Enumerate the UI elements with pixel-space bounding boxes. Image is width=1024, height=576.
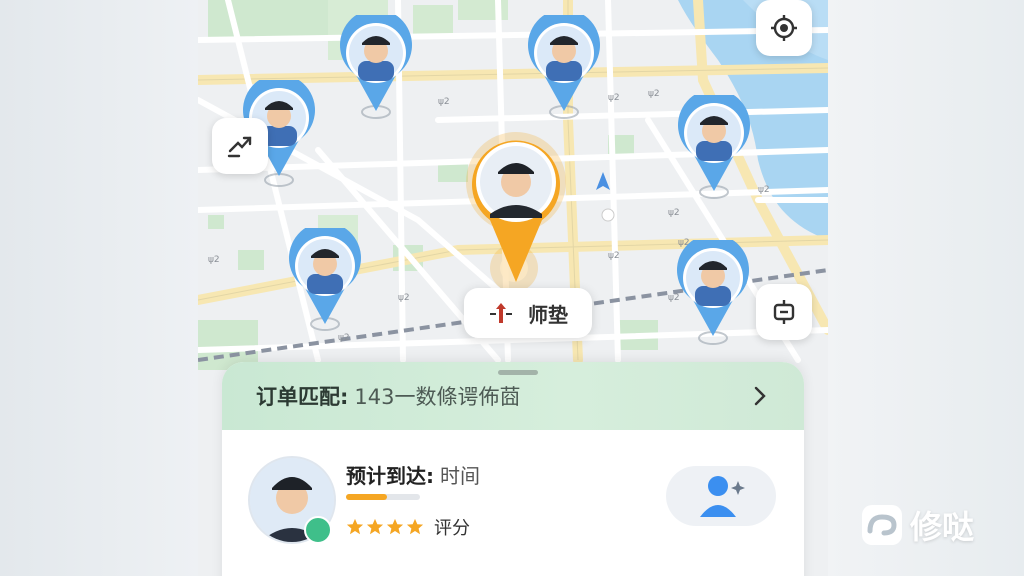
brand-logo-icon bbox=[862, 505, 902, 545]
technician-pin-5[interactable] bbox=[287, 228, 363, 338]
rating-label: 评分 bbox=[434, 518, 470, 539]
location-chip-label: 师垫 bbox=[528, 302, 568, 327]
svg-text:ψ2: ψ2 bbox=[398, 293, 410, 303]
driver-card[interactable]: 预计到达: 时间 评分 bbox=[222, 430, 804, 576]
order-match-header[interactable]: 订单匹配: 143一数條谔佈莔 bbox=[222, 362, 804, 430]
svg-text:ψ2: ψ2 bbox=[438, 97, 450, 107]
eta-text: 预计到达: 时间 bbox=[346, 460, 480, 489]
eta-label: 预计到达: bbox=[346, 464, 434, 488]
verified-badge-icon bbox=[304, 516, 332, 544]
order-sheet: 订单匹配: 143一数條谔佈莔 预计到达: 时间 评分 bbox=[222, 362, 804, 576]
svg-text:ψ2: ψ2 bbox=[208, 255, 220, 265]
star-icon bbox=[406, 518, 424, 535]
svg-text:ψ2: ψ2 bbox=[668, 208, 680, 218]
svg-text:ψ2: ψ2 bbox=[648, 89, 660, 99]
technician-pin-4[interactable] bbox=[676, 95, 752, 205]
location-chip[interactable]: 师垫 bbox=[464, 288, 592, 338]
selected-technician-pin[interactable] bbox=[464, 132, 568, 292]
service-button[interactable] bbox=[756, 284, 812, 340]
eta-progress-fill bbox=[346, 494, 387, 500]
route-button[interactable] bbox=[212, 118, 268, 174]
background-right-blur bbox=[828, 0, 1024, 576]
crosshair-icon bbox=[771, 15, 797, 41]
eta-progress-bar bbox=[346, 494, 420, 500]
brand-watermark: 修哒 bbox=[862, 502, 974, 548]
order-match-label: 订单匹配: bbox=[256, 385, 349, 409]
background-left-blur bbox=[0, 0, 200, 576]
svg-text:ψ2: ψ2 bbox=[758, 185, 770, 195]
user-sparkle-icon bbox=[700, 476, 745, 517]
signpost-icon bbox=[490, 303, 512, 323]
technician-pin-1[interactable] bbox=[338, 15, 414, 125]
route-arrows-icon bbox=[227, 136, 252, 158]
chevron-right-icon bbox=[754, 386, 766, 406]
drag-handle[interactable] bbox=[498, 370, 538, 375]
svg-text:ψ2: ψ2 bbox=[608, 251, 620, 261]
chat-bubble-icon bbox=[773, 300, 795, 324]
star-icon bbox=[366, 518, 384, 535]
star-icon bbox=[346, 518, 364, 535]
driver-rating: 评分 bbox=[346, 514, 470, 540]
order-match-value: 143一数條谔佈莔 bbox=[354, 385, 521, 409]
contact-technician-button[interactable] bbox=[666, 466, 776, 526]
technician-pin-3[interactable] bbox=[526, 15, 602, 125]
brand-name: 修哒 bbox=[910, 508, 975, 546]
star-icon bbox=[386, 518, 404, 535]
locate-button[interactable] bbox=[756, 0, 812, 56]
svg-text:ψ2: ψ2 bbox=[608, 93, 620, 103]
phone-screen: ψ2ψ2 ψ2ψ2 ψ2ψ2 ψ2ψ2 ψ2ψ2 ψ2ψ2 ψ2ψ2 bbox=[198, 0, 828, 576]
eta-value: 时间 bbox=[440, 464, 480, 488]
technician-pin-6[interactable] bbox=[675, 240, 751, 350]
